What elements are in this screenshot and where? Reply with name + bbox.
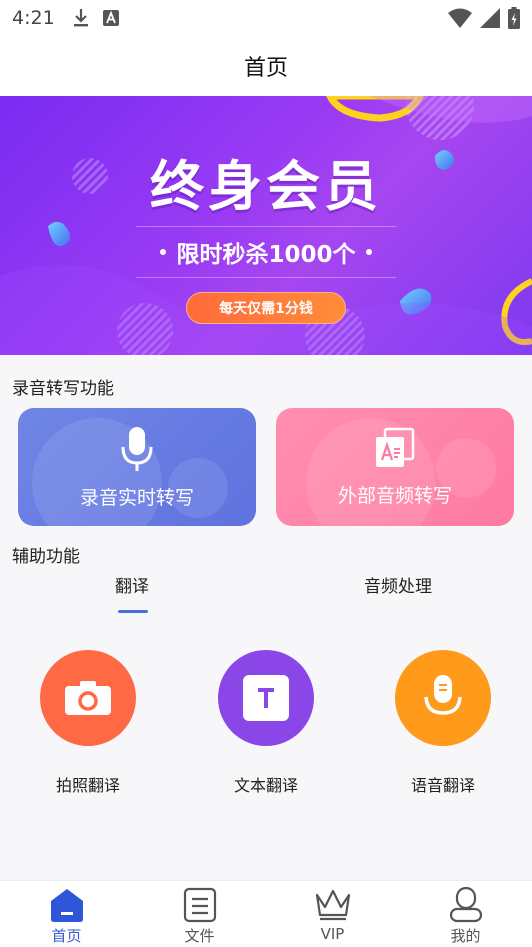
tabbar-home[interactable]: 首页 xyxy=(0,881,133,947)
tabbar-profile[interactable]: 我的 xyxy=(399,881,532,947)
page-title: 首页 xyxy=(243,56,288,81)
signal-icon xyxy=(480,8,500,28)
crown-icon xyxy=(315,889,350,921)
assist-section-title: 辅助功能 xyxy=(12,547,80,567)
bottom-tab-bar: 首页 文件 VIP 我的 xyxy=(0,880,532,947)
voice-icon xyxy=(424,675,462,715)
status-time: 4:21 xyxy=(12,7,55,29)
battery-icon xyxy=(508,7,520,29)
voice-translate-button[interactable]: 语音翻译 xyxy=(383,650,503,796)
assist-tabs: 翻译 音频处理 xyxy=(0,572,532,618)
wifi-icon xyxy=(448,8,472,28)
file-icon xyxy=(183,887,216,923)
text-a-icon xyxy=(102,10,119,26)
status-bar: 4:21 xyxy=(0,0,532,36)
card-label: 录音实时转写 xyxy=(79,486,194,509)
tabbar-vip[interactable]: VIP xyxy=(266,881,399,947)
tab-translate[interactable]: 翻译 xyxy=(115,572,149,597)
tabbar-files[interactable]: 文件 xyxy=(133,881,266,947)
text-t-icon xyxy=(243,675,289,721)
camera-icon xyxy=(65,681,111,715)
microphone-icon xyxy=(121,426,153,471)
active-tab-indicator xyxy=(118,610,148,613)
banner-title: 终身会员 xyxy=(150,155,382,218)
banner-subtitle: 限时秒杀1000个 xyxy=(136,226,396,278)
app-header: 首页 xyxy=(0,36,532,96)
download-icon xyxy=(73,9,88,27)
text-translate-button[interactable]: 文本翻译 xyxy=(206,650,326,796)
profile-icon xyxy=(449,887,482,923)
home-icon xyxy=(50,889,83,922)
realtime-transcribe-card[interactable]: 录音实时转写 xyxy=(18,408,256,526)
banner-cta-button[interactable]: 每天仅需1分钱 xyxy=(186,292,346,324)
photo-translate-button[interactable]: 拍照翻译 xyxy=(28,650,148,796)
external-audio-card[interactable]: 外部音频转写 xyxy=(276,408,514,526)
file-translate-icon xyxy=(376,427,415,467)
recording-section-title: 录音转写功能 xyxy=(12,379,114,399)
tab-audio-processing[interactable]: 音频处理 xyxy=(364,572,432,597)
card-label: 外部音频转写 xyxy=(337,484,452,507)
